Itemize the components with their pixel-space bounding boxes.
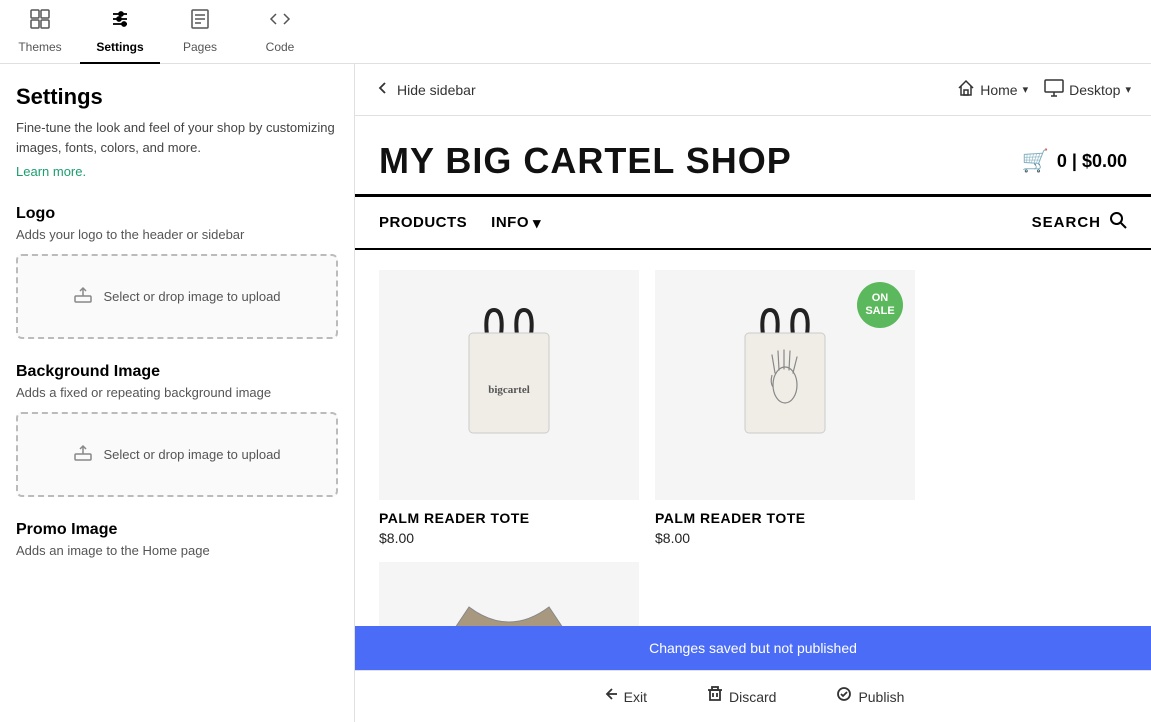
upload-icon bbox=[73, 284, 93, 309]
status-message: Changes saved but not published bbox=[649, 640, 857, 656]
sidebar-title: Settings bbox=[16, 84, 338, 110]
on-sale-badge: ONSALE bbox=[857, 282, 903, 328]
product-name-2: PALM READER TOTE bbox=[655, 510, 915, 526]
desktop-chevron-icon: ▾ bbox=[1125, 83, 1131, 96]
promo-section-title: Promo Image bbox=[16, 521, 338, 539]
nav-code-label: Code bbox=[266, 40, 295, 54]
publish-button[interactable]: Publish bbox=[836, 686, 904, 707]
logo-section-desc: Adds your logo to the header or sidebar bbox=[16, 227, 338, 242]
logo-upload-box[interactable]: Select or drop image to upload bbox=[16, 254, 338, 339]
discard-icon bbox=[707, 686, 723, 707]
publish-icon bbox=[836, 686, 852, 707]
products-label: PRODUCTS bbox=[379, 214, 467, 231]
product-name-1: PALM READER TOTE bbox=[379, 510, 639, 526]
background-upload-text: Select or drop image to upload bbox=[103, 447, 280, 462]
learn-more-link[interactable]: Learn more. bbox=[16, 164, 86, 179]
product-card-1[interactable]: bigcartel PALM READER TOTE $8.00 bbox=[379, 270, 639, 546]
shop-nav-left: PRODUCTS INFO ▾ bbox=[379, 214, 541, 232]
shop-title: MY BIG CARTEL SHOP bbox=[379, 140, 792, 182]
cart-label: 0 | $0.00 bbox=[1057, 151, 1127, 172]
logo-upload-text: Select or drop image to upload bbox=[103, 289, 280, 304]
themes-icon bbox=[29, 8, 51, 36]
nav-themes[interactable]: Themes bbox=[0, 0, 80, 64]
product-image-2: ONSALE bbox=[655, 270, 915, 500]
product-price-1: $8.00 bbox=[379, 530, 639, 546]
exit-button[interactable]: Exit bbox=[602, 686, 647, 707]
hide-sidebar-button[interactable]: Hide sidebar bbox=[375, 80, 476, 99]
publish-label: Publish bbox=[858, 689, 904, 705]
search-icon[interactable] bbox=[1109, 211, 1127, 234]
hide-sidebar-label: Hide sidebar bbox=[397, 82, 476, 98]
sidebar-description: Fine-tune the look and feel of your shop… bbox=[16, 118, 338, 157]
settings-icon bbox=[109, 8, 131, 36]
upload-icon-bg bbox=[73, 442, 93, 467]
nav-themes-label: Themes bbox=[18, 40, 61, 54]
code-icon bbox=[269, 8, 291, 36]
nav-settings-label: Settings bbox=[96, 40, 143, 54]
home-icon bbox=[957, 79, 975, 100]
discard-label: Discard bbox=[729, 689, 776, 705]
preview-topbar: Hide sidebar Home ▾ bbox=[355, 64, 1151, 116]
product-image-1: bigcartel bbox=[379, 270, 639, 500]
product-card-3[interactable]: Big Cartel COFFEE SCRIPT TEE $20.00 bbox=[379, 562, 639, 626]
home-chevron-icon: ▾ bbox=[1023, 83, 1029, 96]
discard-button[interactable]: Discard bbox=[707, 686, 776, 707]
preview-panel: Hide sidebar Home ▾ bbox=[355, 64, 1151, 722]
search-label: SEARCH bbox=[1032, 214, 1101, 231]
product-image-3: Big Cartel bbox=[379, 562, 639, 626]
background-section-desc: Adds a fixed or repeating background ima… bbox=[16, 385, 338, 400]
background-section-title: Background Image bbox=[16, 363, 338, 381]
shop-header: MY BIG CARTEL SHOP 🛒 0 | $0.00 bbox=[355, 116, 1151, 197]
exit-label: Exit bbox=[624, 689, 647, 705]
info-label: INFO bbox=[491, 214, 529, 231]
status-bar: Changes saved but not published bbox=[355, 626, 1151, 670]
home-button[interactable]: Home ▾ bbox=[957, 79, 1028, 100]
settings-sidebar: Settings Fine-tune the look and feel of … bbox=[0, 64, 355, 722]
nav-info[interactable]: INFO ▾ bbox=[491, 214, 541, 232]
nav-code[interactable]: Code bbox=[240, 0, 320, 64]
home-label: Home bbox=[980, 82, 1017, 98]
nav-pages[interactable]: Pages bbox=[160, 0, 240, 64]
pages-icon bbox=[189, 8, 211, 36]
promo-section-desc: Adds an image to the Home page bbox=[16, 543, 338, 558]
products-grid: bigcartel PALM READER TOTE $8.00 bbox=[355, 250, 1151, 626]
desktop-label: Desktop bbox=[1069, 82, 1120, 98]
shop-nav-right: SEARCH bbox=[1032, 211, 1127, 234]
cart-icon: 🛒 bbox=[1022, 148, 1049, 174]
exit-icon bbox=[602, 686, 618, 707]
nav-settings[interactable]: Settings bbox=[80, 0, 160, 64]
bottom-toolbar: Exit Discard bbox=[355, 670, 1151, 722]
nav-products[interactable]: PRODUCTS bbox=[379, 214, 467, 231]
product-price-2: $8.00 bbox=[655, 530, 915, 546]
topbar-right: Home ▾ Desktop ▾ bbox=[957, 79, 1131, 100]
arrow-left-icon bbox=[375, 80, 391, 99]
info-chevron-icon: ▾ bbox=[533, 214, 541, 232]
shop-navigation: PRODUCTS INFO ▾ SEARCH bbox=[355, 197, 1151, 250]
main-layout: Settings Fine-tune the look and feel of … bbox=[0, 64, 1151, 722]
product-card-2[interactable]: ONSALE PALM READER TOTE $8.00 bbox=[655, 270, 915, 546]
logo-section-title: Logo bbox=[16, 205, 338, 223]
cart-info[interactable]: 🛒 0 | $0.00 bbox=[1022, 148, 1128, 174]
svg-text:bigcartel: bigcartel bbox=[488, 384, 530, 396]
background-upload-box[interactable]: Select or drop image to upload bbox=[16, 412, 338, 497]
desktop-icon bbox=[1044, 79, 1064, 100]
nav-pages-label: Pages bbox=[183, 40, 217, 54]
desktop-button[interactable]: Desktop ▾ bbox=[1044, 79, 1131, 100]
shop-preview: MY BIG CARTEL SHOP 🛒 0 | $0.00 PRODUCTS … bbox=[355, 116, 1151, 626]
top-navigation: Themes Settings bbox=[0, 0, 1151, 64]
